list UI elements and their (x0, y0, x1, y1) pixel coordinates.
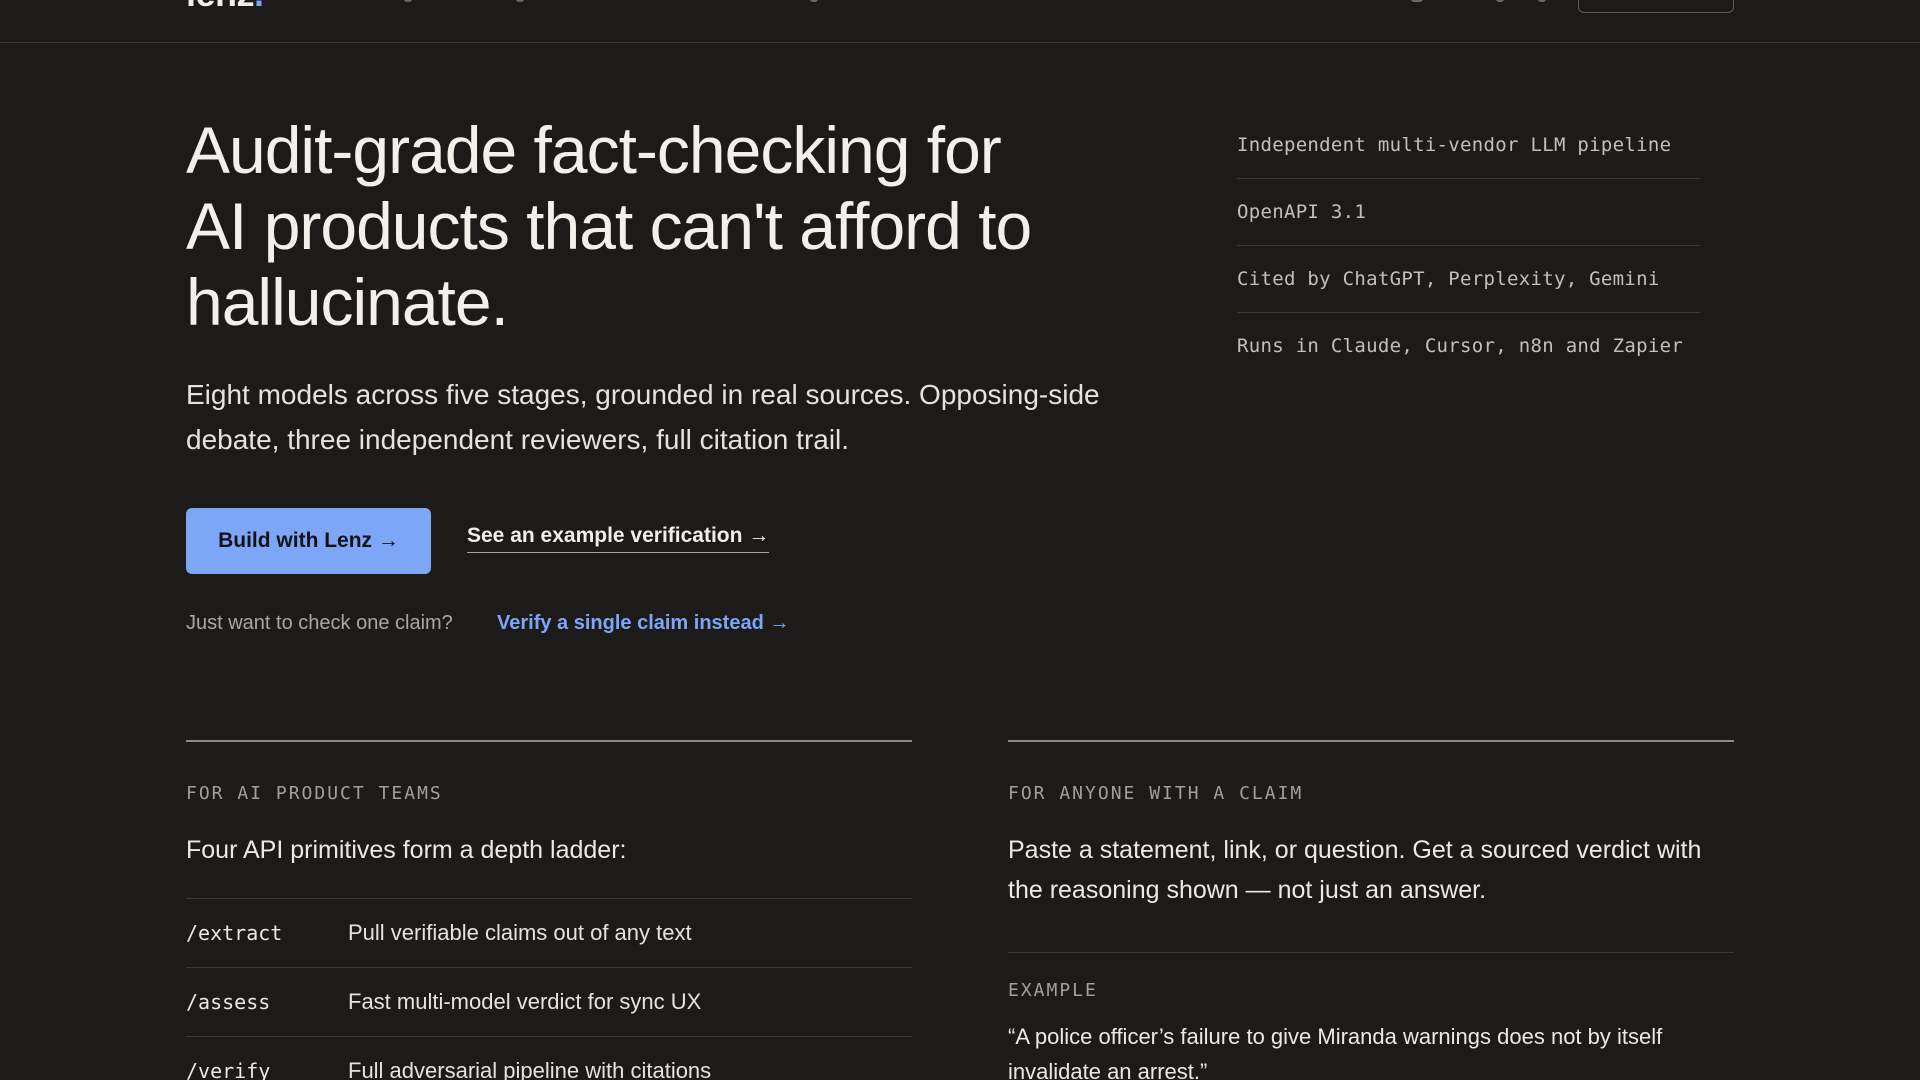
endpoint-description: Full adversarial pipeline with citations (348, 1058, 712, 1080)
endpoint-name: /extract (186, 921, 283, 945)
nav-item-fragment[interactable] (810, 0, 818, 2)
hero-title: Audit-grade fact-checking for AI product… (186, 113, 1032, 339)
nav-item-fragment[interactable] (516, 0, 524, 2)
logo-text: lenz (186, 0, 255, 14)
anyone-with-claim-section: FOR ANYONE WITH A CLAIM Paste a statemen… (1008, 740, 1734, 1080)
example-label: EXAMPLE (1008, 980, 1098, 1001)
verify-single-claim-link[interactable]: Verify a single claim instead → (497, 612, 789, 635)
logo-dot: . (254, 0, 264, 14)
endpoint-name: /verify (186, 1059, 271, 1080)
meta-item: OpenAPI 3.1 (1237, 179, 1700, 246)
meta-item: Cited by ChatGPT, Perplexity, Gemini (1237, 246, 1700, 313)
meta-item: Independent multi-vendor LLM pipeline (1237, 112, 1700, 179)
feature-meta-list: Independent multi-vendor LLM pipeline Op… (1237, 112, 1700, 380)
logo[interactable]: lenz. (186, 0, 264, 12)
nav-item-fragment[interactable] (1496, 0, 1504, 2)
section-lead: Four API primitives form a depth ladder: (186, 836, 627, 864)
endpoint-description: Pull verifiable claims out of any text (348, 920, 692, 945)
api-primitives-table: /extract Pull verifiable claims out of a… (186, 898, 912, 1080)
section-eyebrow: FOR AI PRODUCT TEAMS (186, 783, 443, 804)
user-icon[interactable] (1411, 0, 1423, 2)
table-row[interactable]: /verify Full adversarial pipeline with c… (186, 1037, 912, 1080)
claim-question: Just want to check one claim? (186, 612, 453, 634)
table-row[interactable]: /extract Pull verifiable claims out of a… (186, 899, 912, 968)
example-verification-link[interactable]: See an example verification → (467, 524, 770, 553)
nav-item-fragment[interactable] (404, 0, 412, 2)
top-navigation: lenz. (0, 0, 1920, 43)
section-eyebrow: FOR ANYONE WITH A CLAIM (1008, 783, 1304, 804)
build-with-lenz-button[interactable]: Build with Lenz → (186, 508, 431, 574)
example-block: EXAMPLE “A police officer’s failure to g… (1008, 952, 1734, 1080)
meta-item: Runs in Claude, Cursor, n8n and Zapier (1237, 335, 1684, 357)
table-row[interactable]: /assess Fast multi-model verdict for syn… (186, 968, 912, 1037)
ai-product-teams-section: FOR AI PRODUCT TEAMS Four API primitives… (186, 740, 912, 1080)
nav-cta-button[interactable] (1578, 0, 1734, 13)
endpoint-description: Fast multi-model verdict for sync UX (348, 989, 702, 1014)
example-quote[interactable]: “A police officer’s failure to give Mira… (1008, 1019, 1728, 1080)
section-lead: Paste a statement, link, or question. Ge… (1008, 836, 1702, 904)
endpoint-name: /assess (186, 990, 271, 1014)
nav-item-fragment[interactable] (1538, 0, 1546, 2)
hero-subtitle: Eight models across five stages, grounde… (186, 379, 1100, 455)
